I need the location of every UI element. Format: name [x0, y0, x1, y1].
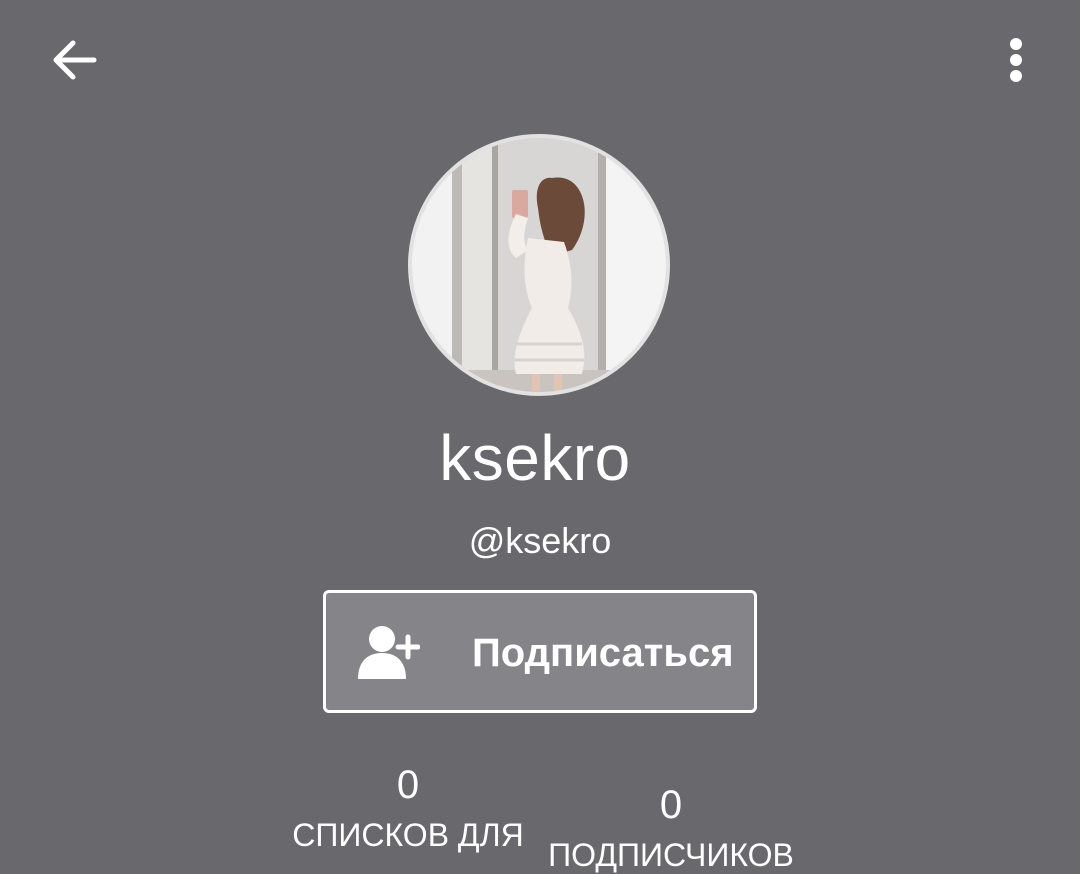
back-button[interactable] — [44, 30, 104, 90]
stat-followers-value: 0 — [659, 783, 683, 827]
overflow-menu-button[interactable] — [990, 30, 1042, 90]
profile-photo — [412, 138, 666, 392]
follow-button-label: Подписаться — [472, 631, 734, 675]
stat-followers[interactable]: 0 ПОДПИСЧИКОВ — [548, 780, 794, 874]
stat-lists[interactable]: 0 СПИСКОВ ДЛЯ — [290, 760, 526, 854]
stat-lists-value: 0 — [396, 763, 420, 807]
stat-lists-label: СПИСКОВ ДЛЯ — [292, 817, 524, 853]
arrow-left-icon — [53, 40, 97, 80]
follow-button[interactable]: Подписаться — [323, 590, 757, 713]
top-app-bar — [0, 0, 1080, 120]
more-vertical-icon — [1010, 38, 1022, 82]
stat-followers-label: ПОДПИСЧИКОВ — [548, 837, 794, 873]
display-name: ksekro — [439, 422, 631, 494]
username-handle: @ksekro — [468, 520, 612, 561]
add-user-icon — [358, 626, 420, 679]
avatar[interactable] — [408, 134, 670, 396]
